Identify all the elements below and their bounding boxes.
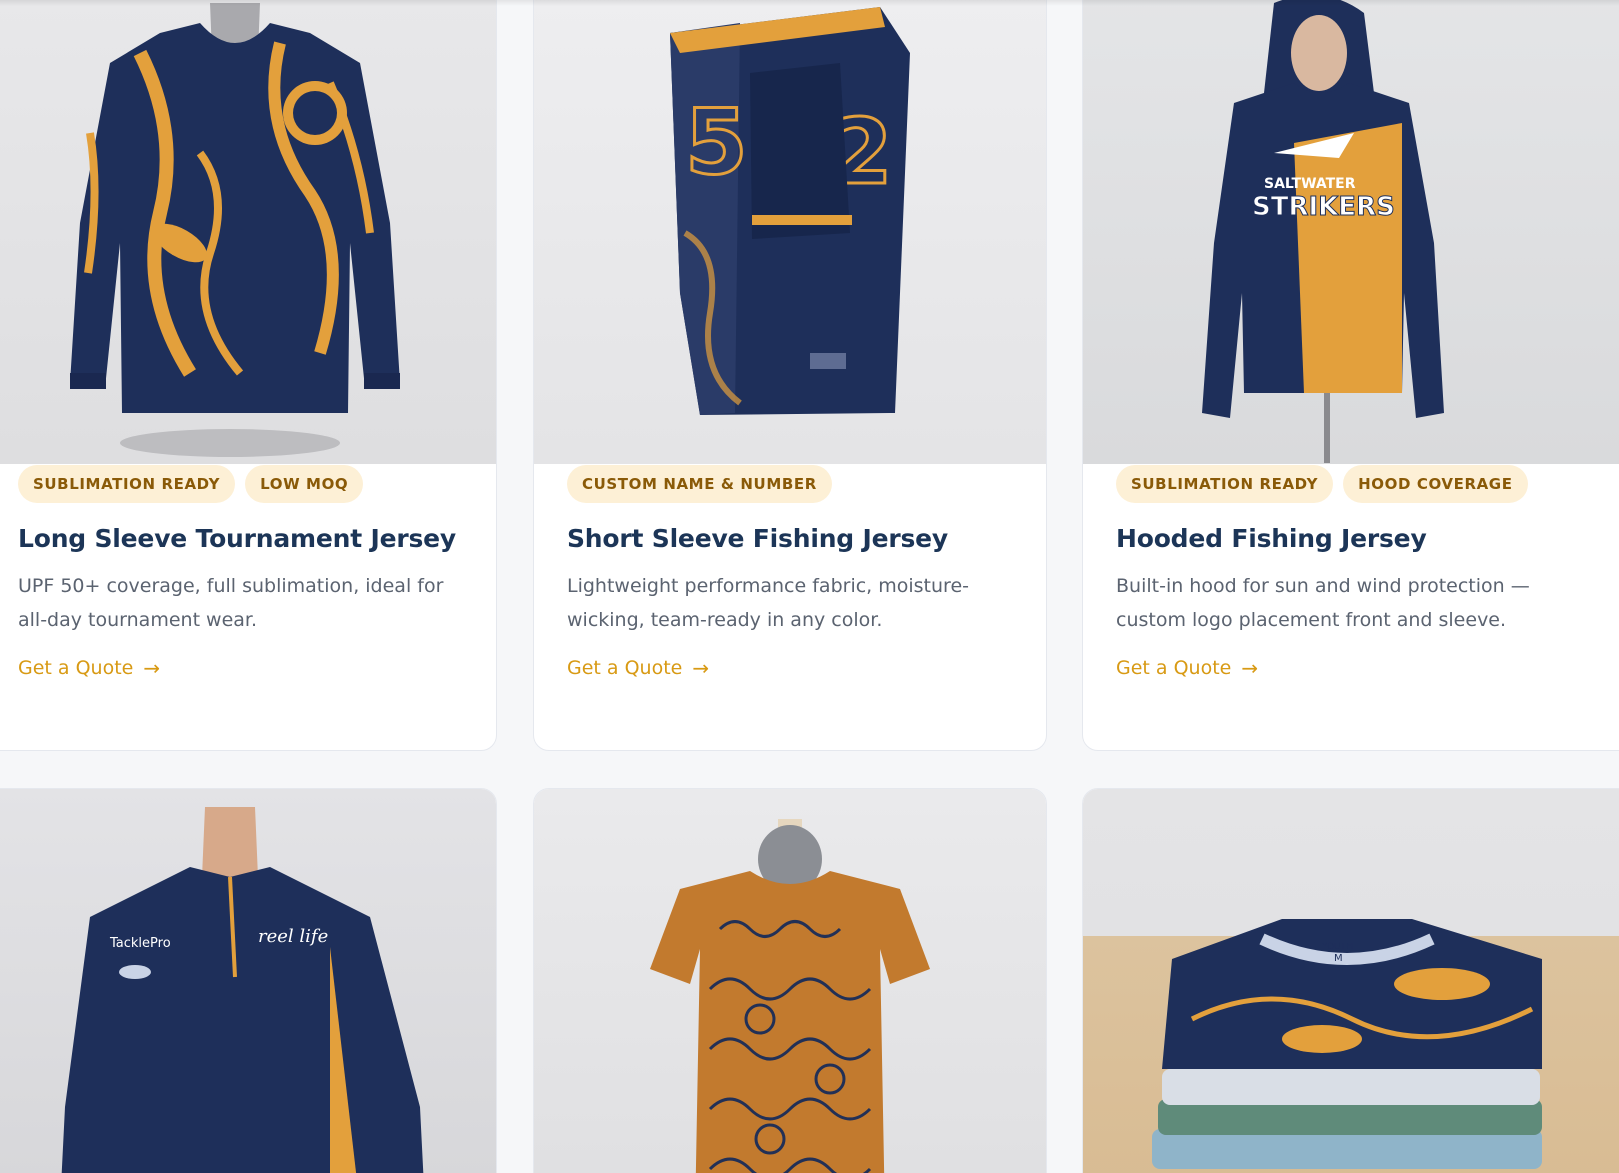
logo-text-tacklepro: TacklePro bbox=[109, 936, 171, 951]
product-card: SUBLIMATION READY LOW MOQ Long Sleeve To… bbox=[0, 0, 497, 751]
badge: SUBLIMATION READY bbox=[18, 465, 236, 503]
badge: LOW MOQ bbox=[245, 465, 364, 503]
card-body: SUBLIMATION READY LOW MOQ Long Sleeve To… bbox=[0, 465, 496, 680]
badge: CUSTOM NAME & NUMBER bbox=[567, 465, 832, 503]
logo-text-reel-life: reel life bbox=[258, 926, 328, 947]
get-quote-link[interactable]: Get a Quote → bbox=[1116, 656, 1258, 680]
badge-row: SUBLIMATION READY LOW MOQ bbox=[18, 465, 462, 503]
card-body: SUBLIMATION READY HOOD COVERAGE Hooded F… bbox=[1083, 465, 1619, 680]
badge-row: CUSTOM NAME & NUMBER bbox=[567, 465, 1012, 503]
get-quote-label: Get a Quote bbox=[18, 657, 134, 679]
product-image[interactable] bbox=[534, 789, 1046, 1173]
arrow-right-icon: → bbox=[1241, 656, 1259, 680]
get-quote-label: Get a Quote bbox=[567, 657, 683, 679]
card-body: CUSTOM NAME & NUMBER Short Sleeve Fishin… bbox=[534, 465, 1046, 680]
product-grid: SUBLIMATION READY LOW MOQ Long Sleeve To… bbox=[0, 0, 1619, 1173]
product-image[interactable]: SALTWATER STRIKERS bbox=[1083, 0, 1619, 464]
product-title[interactable]: Short Sleeve Fishing Jersey bbox=[567, 524, 1012, 553]
product-image[interactable]: 5 2 bbox=[534, 0, 1046, 464]
get-quote-link[interactable]: Get a Quote → bbox=[18, 656, 160, 680]
logo-text-saltwater: SALTWATER bbox=[1264, 176, 1356, 192]
product-title[interactable]: Long Sleeve Tournament Jersey bbox=[18, 524, 462, 553]
logo-text-strikers: STRIKERS bbox=[1252, 192, 1395, 222]
label-text-size: M bbox=[1334, 953, 1343, 964]
label-text-youth: YOUTH bbox=[1321, 942, 1353, 952]
product-card bbox=[533, 788, 1047, 1173]
product-image[interactable]: TacklePro reel life bbox=[0, 789, 496, 1173]
product-description: Built-in hood for sun and wind protectio… bbox=[1116, 575, 1530, 631]
get-quote-label: Get a Quote bbox=[1116, 657, 1232, 679]
product-card: 5 2 CUSTOM NAME & NUMBER Short Sleeve Fi… bbox=[533, 0, 1047, 751]
product-description: UPF 50+ coverage, full sublimation, idea… bbox=[18, 575, 444, 631]
patterned-tee-illustration bbox=[650, 819, 930, 1173]
product-card: SALTWATER STRIKERS SUBLIMATION READY HOO… bbox=[1082, 0, 1619, 751]
hooded-jersey-illustration: SALTWATER STRIKERS bbox=[1202, 0, 1444, 463]
long-sleeve-jersey-illustration bbox=[69, 3, 400, 457]
product-card: YOUTH M bbox=[1082, 788, 1619, 1173]
product-title[interactable]: Hooded Fishing Jersey bbox=[1116, 524, 1607, 553]
quarter-zip-jersey-illustration: TacklePro reel life bbox=[61, 807, 423, 1173]
product-image[interactable]: YOUTH M bbox=[1083, 789, 1619, 1173]
svg-text:5: 5 bbox=[685, 90, 748, 195]
product-description: Lightweight performance fabric, moisture… bbox=[567, 575, 969, 631]
get-quote-link[interactable]: Get a Quote → bbox=[567, 656, 709, 680]
badge: HOOD COVERAGE bbox=[1343, 465, 1528, 503]
folded-jerseys-illustration: YOUTH M bbox=[1152, 919, 1542, 1169]
short-sleeve-jersey-illustration: 5 2 bbox=[670, 7, 910, 415]
arrow-right-icon: → bbox=[143, 656, 161, 680]
badge: SUBLIMATION READY bbox=[1116, 465, 1334, 503]
arrow-right-icon: → bbox=[692, 656, 710, 680]
product-card: TacklePro reel life bbox=[0, 788, 497, 1173]
badge-row: SUBLIMATION READY HOOD COVERAGE bbox=[1116, 465, 1607, 503]
product-image[interactable] bbox=[0, 0, 496, 464]
